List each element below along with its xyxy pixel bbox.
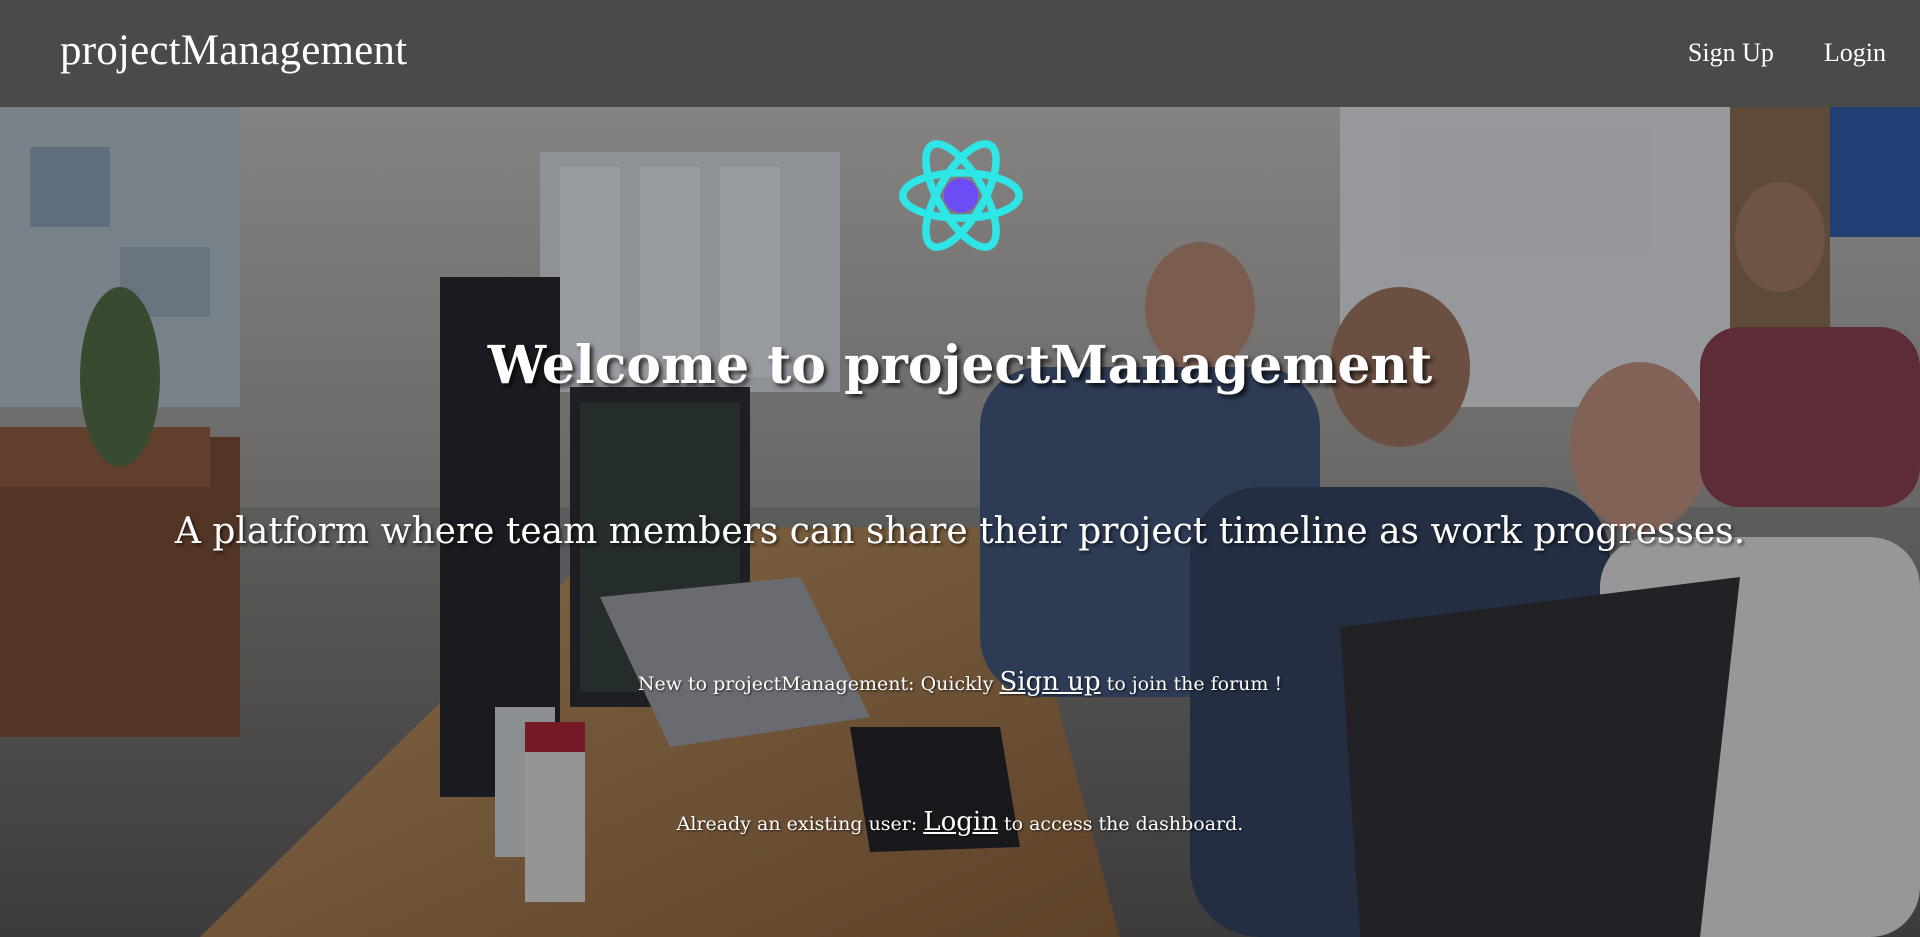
hero-content: Welcome to projectManagement A platform … (0, 107, 1920, 937)
welcome-title: Welcome to projectManagement (487, 335, 1433, 396)
nav-login-link[interactable]: Login (1824, 38, 1886, 68)
nav-links: Sign Up Login (1688, 38, 1886, 68)
signup-prompt-suffix: to join the forum ! (1100, 673, 1283, 695)
hero-section: Welcome to projectManagement A platform … (0, 107, 1920, 937)
landing-page: projectManagement Sign Up Login Welcome … (0, 0, 1920, 937)
react-atom-icon (899, 140, 1023, 251)
tagline: A platform where team members can share … (174, 511, 1746, 552)
login-prompt-prefix: Already an existing user: (676, 813, 924, 835)
signup-prompt: New to projectManagement: Quickly Sign u… (0, 667, 1920, 697)
top-navbar: projectManagement Sign Up Login (0, 0, 1920, 107)
brand-link[interactable]: projectManagement (60, 26, 407, 75)
login-prompt: Already an existing user: Login to acces… (0, 807, 1920, 837)
login-prompt-suffix: to access the dashboard. (997, 813, 1244, 835)
signup-prompt-prefix: New to projectManagement: Quickly (637, 673, 1000, 695)
login-link[interactable]: Login (923, 807, 998, 837)
signup-link[interactable]: Sign up (999, 667, 1100, 697)
nav-signup-link[interactable]: Sign Up (1688, 38, 1774, 68)
